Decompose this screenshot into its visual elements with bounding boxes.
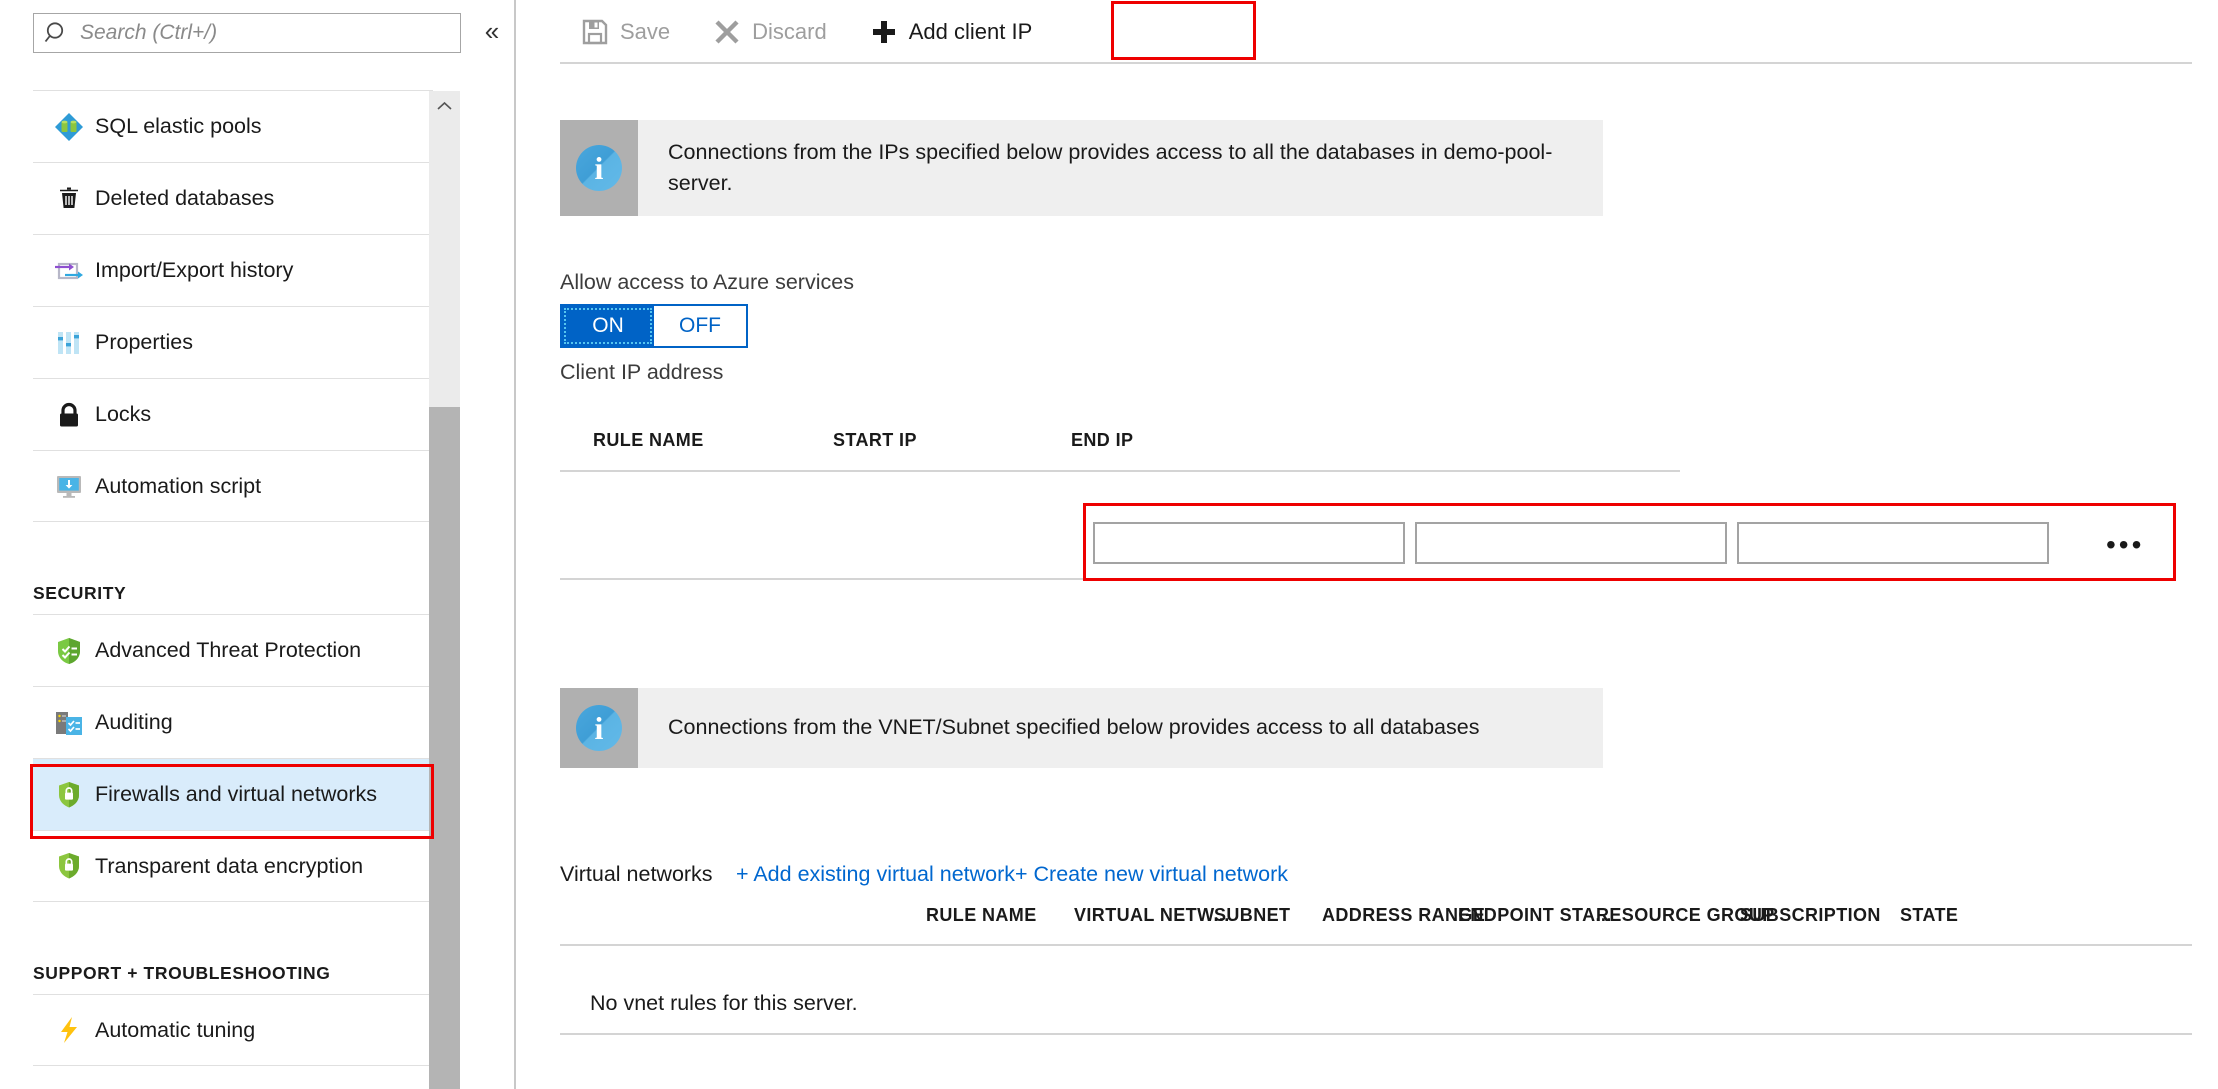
add-existing-virtual-network-link[interactable]: + Add existing virtual network: [736, 862, 1015, 887]
sidebar-scrollbar[interactable]: [429, 91, 460, 1089]
sidebar-item-sql-elastic-pools[interactable]: SQL elastic pools: [33, 90, 433, 162]
allow-azure-services-label: Allow access to Azure services: [560, 270, 854, 294]
vnet-col-header-subscription: SUBSCRIPTION: [1740, 905, 1881, 925]
sidebar-item-automatic-tuning[interactable]: Automatic tuning: [33, 994, 433, 1066]
vnet-col-header-subnet: SUBNET: [1214, 905, 1291, 925]
client-ip-address-label: Client IP address: [560, 360, 724, 384]
sidebar-item-label: Firewalls and virtual networks: [95, 782, 377, 806]
sidebar-item-label: Deleted databases: [95, 186, 275, 210]
sidebar-item-label: SQL elastic pools: [95, 114, 262, 138]
sidebar-item-properties[interactable]: Properties: [33, 306, 433, 378]
vnet-col-header-endpoint-status: ENDPOINT STA...: [1458, 905, 1612, 925]
ip-table-row-divider: [560, 578, 1680, 580]
main-content: Save Discard Add client IP i Connections…: [518, 0, 2218, 1089]
create-new-virtual-network-link[interactable]: + Create new virtual network: [1015, 862, 1288, 887]
sidebar-item-import-export-history[interactable]: Import/Export history: [33, 234, 433, 306]
end-ip-input[interactable]: [1737, 522, 2049, 564]
save-icon: [582, 19, 608, 45]
sidebar-item-label: Import/Export history: [95, 258, 294, 282]
sidebar-item-transparent-data-encryption[interactable]: Transparent data encryption: [33, 830, 433, 902]
vnet-empty-message: No vnet rules for this server.: [590, 991, 858, 1015]
sliders-icon: [43, 328, 95, 358]
sidebar-item-locks[interactable]: Locks: [33, 378, 433, 450]
vnet-table-header-divider: [560, 944, 2192, 946]
allow-azure-services-toggle[interactable]: ON OFF: [560, 304, 748, 348]
ip-col-header-end-ip: END IP: [1071, 430, 1134, 450]
row-more-options-button[interactable]: •••: [2106, 531, 2144, 559]
add-client-ip-label: Add client IP: [908, 18, 1033, 44]
sidebar-item-label: Automation script: [95, 473, 262, 498]
sidebar-item-firewalls-and-virtual-networks[interactable]: Firewalls and virtual networks: [33, 758, 433, 830]
vnet-col-header-state: STATE: [1900, 905, 1959, 925]
ip-col-header-rule-name: RULE NAME: [593, 430, 704, 450]
import-export-icon: [43, 256, 95, 286]
info-icon-cell: i: [560, 688, 638, 768]
sidebar-item-advanced-threat-protection[interactable]: Advanced Threat Protection: [33, 614, 433, 686]
lightning-bolt-icon: [43, 1015, 95, 1045]
scrollbar-thumb[interactable]: [429, 407, 460, 1089]
sidebar-item-label: Locks: [95, 402, 152, 426]
info-icon: i: [576, 145, 622, 191]
sidebar-item-label: Advanced Threat Protection: [95, 638, 362, 662]
info-banner-ip-access: i Connections from the IPs specified bel…: [560, 120, 1603, 216]
start-ip-input[interactable]: [1415, 522, 1727, 564]
toggle-option-on[interactable]: ON: [562, 306, 654, 346]
sidebar-item-automation-script[interactable]: Automation script: [33, 450, 433, 522]
add-client-ip-button[interactable]: Add client IP: [849, 0, 1055, 63]
ip-col-header-start-ip: START IP: [833, 430, 917, 450]
shield-check-icon: [43, 636, 95, 666]
sidebar-item-label: Transparent data encryption: [95, 853, 364, 878]
info-banner-vnet-access: i Connections from the VNET/Subnet speci…: [560, 688, 1603, 768]
command-toolbar: Save Discard Add client IP: [518, 0, 2218, 63]
virtual-networks-label: Virtual networks: [560, 862, 713, 886]
left-nav-panel: « SQL elastic pools: [0, 0, 516, 1089]
search-input[interactable]: [80, 21, 460, 45]
toggle-option-off[interactable]: OFF: [654, 306, 746, 346]
info-icon: i: [576, 705, 622, 751]
sidebar-item-auditing[interactable]: Auditing: [33, 686, 433, 758]
vnet-table-bottom-divider: [560, 1033, 2192, 1035]
nav-group-title-support: SUPPORT + TROUBLESHOOTING: [33, 963, 331, 983]
info-banner-text: Connections from the IPs specified below…: [668, 139, 1553, 195]
nav-list: SQL elastic pools Deleted databases Impo…: [33, 90, 433, 1066]
monitor-download-icon: [43, 471, 95, 501]
search-box[interactable]: [33, 13, 461, 53]
azure-portal-firewall-blade: « SQL elastic pools: [0, 0, 2218, 1089]
save-button[interactable]: Save: [560, 0, 692, 63]
toolbar-divider: [560, 62, 2192, 64]
sql-elastic-pools-icon: [43, 111, 95, 143]
vnet-col-header-virtual-network: VIRTUAL NETW...: [1074, 905, 1230, 925]
collapse-panel-button[interactable]: «: [478, 16, 506, 46]
discard-label: Discard: [752, 18, 827, 44]
sidebar-item-label: Automatic tuning: [95, 1017, 256, 1042]
scroll-up-arrow-icon[interactable]: [429, 91, 460, 121]
plus-icon: [871, 19, 897, 45]
shield-lock-icon: [43, 780, 95, 810]
trash-icon: [43, 184, 95, 214]
vnet-col-header-rule-name: RULE NAME: [926, 905, 1037, 925]
info-icon-cell: i: [560, 120, 638, 216]
auditing-icon: [43, 708, 95, 738]
sidebar-item-label: Auditing: [95, 710, 173, 734]
rule-name-input[interactable]: [1093, 522, 1405, 564]
search-icon: [34, 20, 80, 46]
discard-button[interactable]: Discard: [692, 0, 849, 63]
ip-table-header-divider: [560, 470, 1680, 472]
sidebar-item-deleted-databases[interactable]: Deleted databases: [33, 162, 433, 234]
close-icon: [714, 19, 740, 45]
shield-lock-icon: [43, 851, 95, 881]
lock-icon: [43, 400, 95, 430]
info-banner-text: Connections from the VNET/Subnet specifi…: [668, 715, 1480, 740]
sidebar-item-label: Properties: [95, 330, 193, 354]
nav-group-title-security: SECURITY: [33, 583, 127, 603]
save-label: Save: [620, 18, 671, 44]
